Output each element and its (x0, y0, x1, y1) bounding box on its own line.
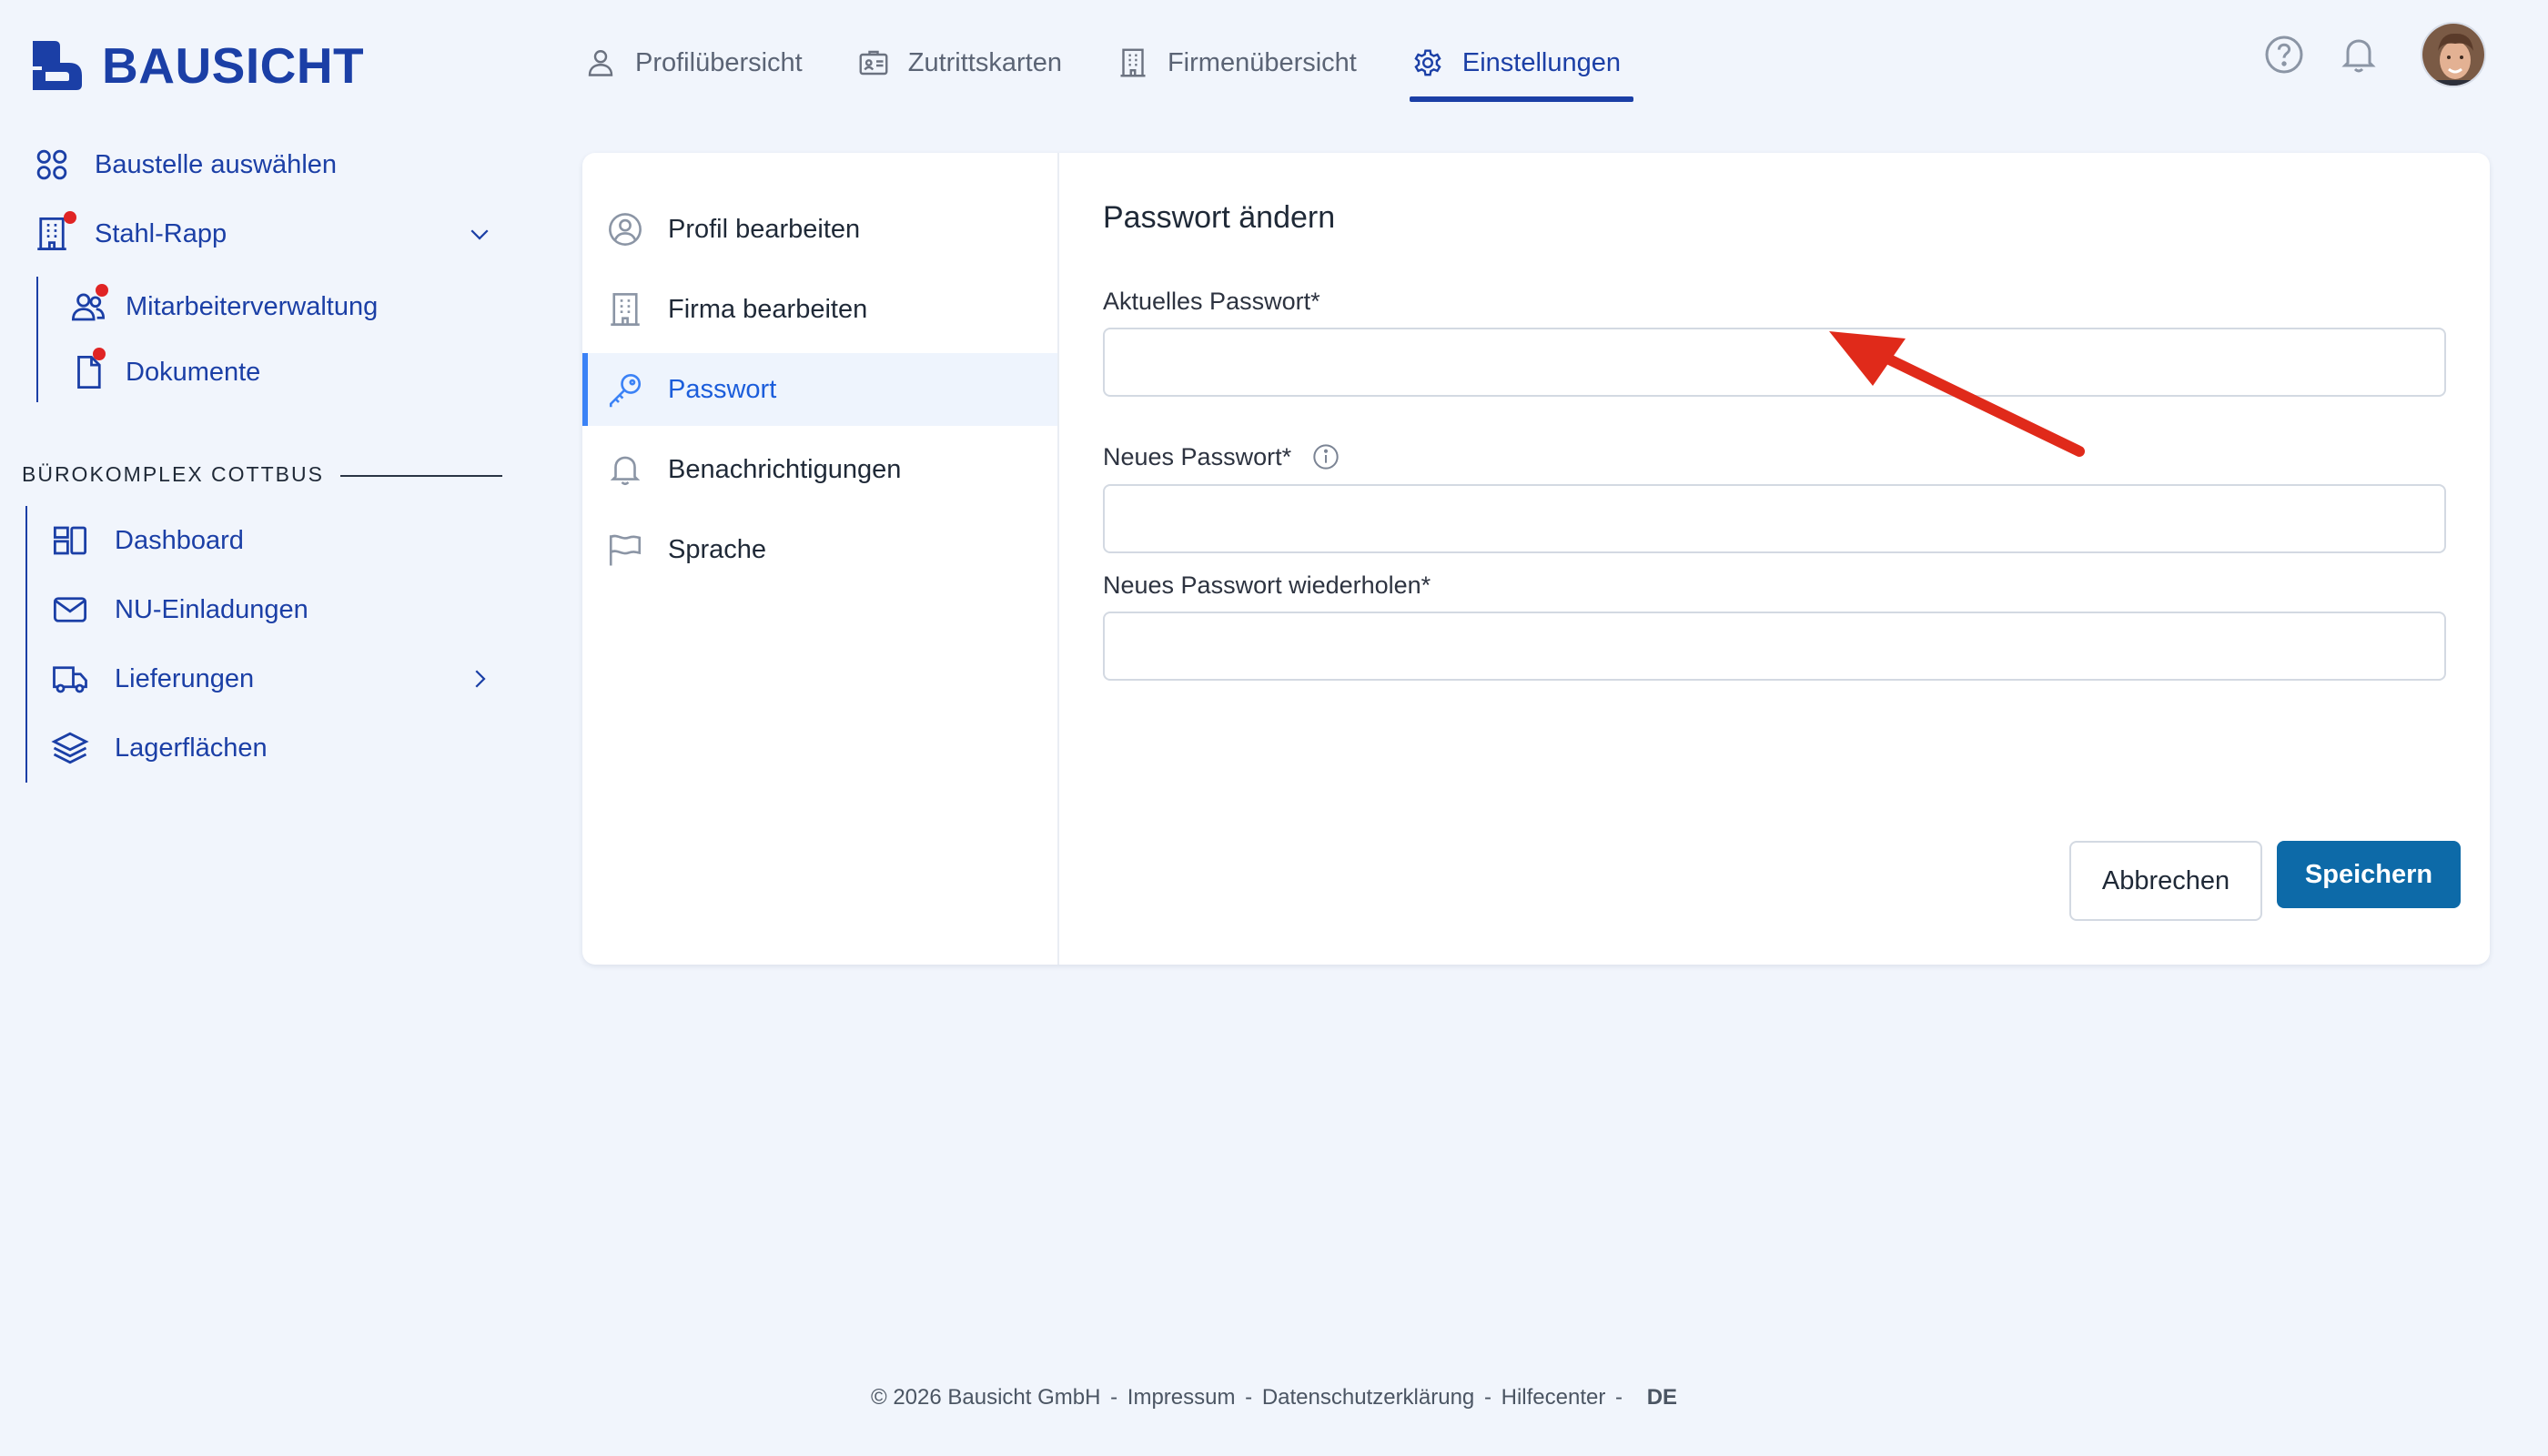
top-navigation: Profilübersicht Zutrittskarten Firmenübe… (582, 27, 1673, 102)
info-icon[interactable] (1311, 442, 1340, 471)
section-divider (340, 475, 502, 477)
avatar[interactable] (2421, 22, 2486, 87)
footer: © 2026 Bausicht GmbH - Impressum - Daten… (0, 1385, 2548, 1410)
language-switcher[interactable]: DE (1647, 1385, 1677, 1410)
settings-card: Profil bearbeiten Firma bearbeiten Passw… (582, 153, 2490, 965)
sidebar-item-label: Mitarbeiterverwaltung (126, 291, 379, 321)
menu-item-benachrichtigungen[interactable]: Benachrichtigungen (582, 433, 1057, 506)
new-password-label-text: Neues Passwort* (1103, 442, 1292, 470)
menu-item-passwort[interactable]: Passwort (582, 353, 1057, 426)
sidebar-item-label: NU-Einladungen (115, 594, 308, 624)
user-icon (588, 50, 613, 76)
sidebar-item-mitarbeiterverwaltung[interactable]: Mitarbeiterverwaltung (69, 284, 379, 326)
sidebar-item-lieferungen[interactable]: Lieferungen (51, 660, 493, 698)
repeat-password-input[interactable] (1103, 612, 2446, 681)
repeat-password-label: Neues Passwort wiederholen* (1103, 571, 1431, 599)
current-password-label: Aktuelles Passwort* (1103, 288, 1320, 315)
notification-dot (96, 284, 108, 297)
sidebar-item-label: Baustelle auswählen (95, 149, 338, 179)
menu-item-label: Passwort (668, 374, 777, 404)
sidebar-item-baustelle-auswaehlen[interactable]: Baustelle auswählen (33, 146, 337, 184)
sidebar-item-nu-einladungen[interactable]: NU-Einladungen (51, 591, 308, 629)
footer-link-impressum[interactable]: Impressum (1127, 1385, 1236, 1410)
tab-label: Profilübersicht (635, 47, 803, 77)
tab-profiluebersicht[interactable]: Profilübersicht (582, 27, 804, 98)
tab-firmenuebersicht[interactable]: Firmenübersicht (1115, 27, 1359, 98)
sidebar-section-line (25, 506, 27, 783)
sidebar-item-label: Dokumente (126, 357, 261, 387)
sidebar-tree-line (36, 277, 38, 402)
header-actions (2231, 22, 2486, 87)
annotation-arrow (1829, 331, 2085, 457)
users-icon (69, 284, 108, 326)
menu-item-profil-bearbeiten[interactable]: Profil bearbeiten (582, 193, 1057, 266)
mail-icon (51, 591, 89, 629)
current-password-input[interactable] (1103, 328, 2446, 397)
menu-item-label: Profil bearbeiten (668, 214, 861, 244)
footer-copyright: © 2026 Bausicht GmbH (870, 1385, 1101, 1410)
menu-item-label: Firma bearbeiten (668, 294, 868, 324)
sidebar-item-lagerflaechen[interactable]: Lagerflächen (51, 729, 268, 767)
truck-icon (51, 660, 89, 698)
bell-icon (610, 456, 641, 486)
sidebar-item-dokumente[interactable]: Dokumente (69, 348, 261, 391)
user-circle-icon (609, 213, 642, 246)
bell-icon[interactable] (2337, 33, 2381, 76)
footer-separator: - (1615, 1385, 1623, 1410)
menu-item-firma-bearbeiten[interactable]: Firma bearbeiten (582, 273, 1057, 346)
notification-dot (93, 348, 106, 360)
notification-dot (64, 211, 76, 224)
building-icon (33, 211, 76, 253)
key-icon (609, 373, 642, 408)
brand-name: BAUSICHT (102, 37, 365, 94)
tab-label: Firmenübersicht (1167, 47, 1357, 77)
sidebar-item-stahl-rapp[interactable]: Stahl-Rapp (33, 211, 493, 253)
flag-icon (609, 534, 642, 566)
form-title: Passwort ändern (1103, 200, 1336, 235)
cancel-button[interactable]: Abbrechen (2069, 841, 2262, 921)
new-password-input[interactable] (1103, 484, 2446, 553)
sidebar-item-dashboard[interactable]: Dashboard (51, 521, 244, 560)
tab-zutrittskarten[interactable]: Zutrittskarten (855, 27, 1064, 98)
chevron-down-icon[interactable] (466, 220, 493, 248)
footer-link-datenschutz[interactable]: Datenschutzerklärung (1262, 1385, 1474, 1410)
save-button[interactable]: Speichern (2277, 841, 2461, 908)
tab-label: Zutrittskarten (907, 47, 1062, 77)
footer-link-hilfecenter[interactable]: Hilfecenter (1502, 1385, 1606, 1410)
help-icon[interactable] (2262, 33, 2306, 76)
layers-icon (51, 729, 89, 767)
building-icon (611, 293, 640, 326)
document-icon (69, 348, 107, 391)
settings-menu: Profil bearbeiten Firma bearbeiten Passw… (582, 193, 1057, 593)
sidebar-item-label: Stahl-Rapp (95, 218, 228, 248)
footer-separator: - (1483, 1385, 1491, 1410)
building-icon (1120, 48, 1146, 77)
card-divider (1057, 153, 1059, 965)
avatar-image (2422, 24, 2484, 86)
sidebar-item-label: Lieferungen (115, 663, 255, 693)
logo-icon (33, 41, 82, 90)
sidebar-item-label: Dashboard (115, 525, 244, 555)
gear-icon (1414, 49, 1441, 76)
menu-item-label: Benachrichtigungen (668, 454, 902, 484)
new-password-label: Neues Passwort* (1103, 442, 1340, 471)
sidebar-item-label: Lagerflächen (115, 733, 268, 763)
footer-separator: - (1245, 1385, 1253, 1410)
footer-separator: - (1110, 1385, 1118, 1410)
tab-einstellungen[interactable]: Einstellungen (1409, 27, 1634, 102)
tab-label: Einstellungen (1461, 47, 1622, 77)
menu-item-sprache[interactable]: Sprache (582, 513, 1057, 586)
brand-logo[interactable]: BAUSICHT (27, 35, 364, 96)
chevron-right-icon[interactable] (466, 665, 493, 693)
id-card-icon (859, 50, 888, 76)
menu-item-label: Sprache (668, 534, 767, 564)
dashboard-icon (51, 521, 89, 560)
section-title: BÜROKOMPLEX COTTBUS (22, 462, 324, 486)
grid-icon (33, 146, 71, 184)
